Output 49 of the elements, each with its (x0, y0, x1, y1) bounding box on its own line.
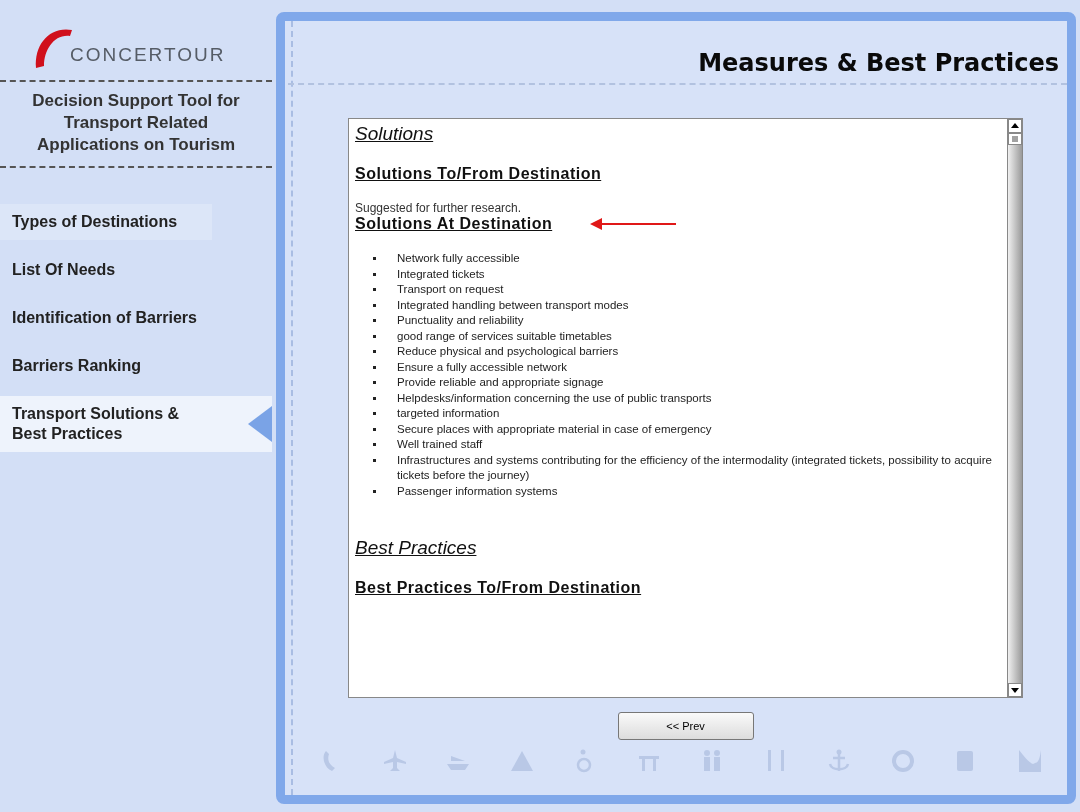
bullet-icon (373, 303, 376, 307)
section-heading: Solutions (355, 123, 435, 145)
bullet-icon (373, 489, 376, 493)
list-item: Punctuality and reliability (397, 313, 524, 328)
list-item: Well trained staff (397, 437, 483, 452)
list-item: Ensure a fully accessible network (397, 359, 568, 375)
section-subheading: Best Practices To/From Destination (355, 579, 642, 597)
list-item: good range of services suitable timetables (397, 328, 612, 344)
list-item: Network fully accessible (397, 251, 520, 266)
menu-item[interactable]: Barriers Ranking (0, 348, 212, 384)
section-subheading: Solutions To/From Destination (355, 165, 602, 183)
bullet-icon (373, 334, 376, 338)
list-item: Reduce physical and psychological barriers (397, 344, 619, 359)
bullet-icon (373, 458, 376, 462)
menu-item[interactable]: Transport Solutions & Best Practices (0, 396, 272, 452)
bullet-icon (373, 350, 376, 353)
list-item: Infrastructures and systems contributing for the efficiency of the intermodality (integrated tickets, possibility to acquire tickets before the journey) (397, 452, 993, 483)
bullet-icon (373, 396, 376, 400)
page-title: Measures & Best Practices (697, 49, 1059, 77)
menu-item[interactable]: Types of Destinations (0, 204, 212, 240)
logo-text: CONCERTOUR (70, 44, 226, 67)
list-item: Provide reliable and appropriate signage (397, 375, 604, 390)
scrollbar[interactable] (1008, 118, 1023, 698)
bullet-icon (373, 365, 376, 369)
section-subheading: Solutions At Destination (355, 215, 553, 233)
bullet-icon (373, 288, 376, 291)
scroll-up-icon[interactable] (1008, 119, 1022, 133)
scroll-thumb-icon[interactable] (1008, 133, 1022, 145)
scroll-down-icon[interactable] (1008, 683, 1022, 697)
menu-item[interactable]: Identification of Barriers (0, 300, 212, 336)
list-item: Helpdesks/information concerning the use of public transports (397, 390, 712, 406)
bullet-icon (373, 443, 376, 446)
list-item: Integrated handling between transport modes (397, 297, 629, 313)
list-item: Secure places with appropriate material in case of emergency (397, 421, 712, 437)
bullet-icon (373, 427, 376, 431)
bullet-icon (373, 257, 376, 260)
bullet-icon (373, 319, 376, 322)
bullet-icon (373, 272, 376, 276)
list-item: Integrated tickets (397, 266, 485, 282)
prev-button[interactable]: << Prev (617, 712, 754, 740)
menu-item[interactable]: List Of Needs (0, 252, 212, 288)
section-heading: Best Practices (355, 537, 478, 559)
bullet-icon (373, 381, 376, 384)
list-item: targeted information (397, 406, 500, 421)
list-item: Passenger information systems (397, 483, 558, 499)
bullet-icon (373, 412, 376, 415)
list-item: Transport on request (397, 282, 504, 297)
note-text: Suggested for further research. (355, 201, 523, 215)
app-subtitle: Decision Support Tool for Transport Related Applications on Tourism (31, 90, 241, 156)
